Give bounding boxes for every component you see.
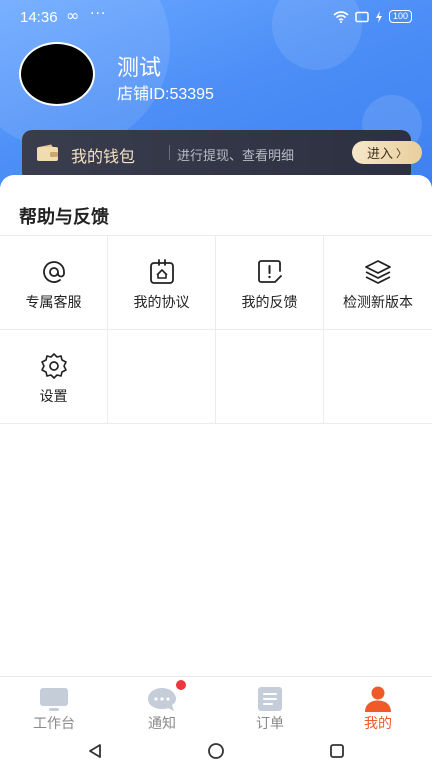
recents-icon[interactable] [328, 742, 346, 760]
grid-item-feedback[interactable]: 我的反馈 [216, 236, 324, 330]
gear-icon [41, 353, 67, 379]
profile-icon [365, 686, 391, 712]
wallet-icon [37, 144, 58, 161]
tab-label: 订单 [256, 716, 284, 732]
help-feedback-panel: 帮助与反馈 专属客服 我的协议 我的反馈 检测新版本 设置 [0, 175, 432, 675]
home-icon[interactable] [207, 742, 225, 760]
order-icon [258, 687, 282, 711]
tab-notifications[interactable]: 通知 [108, 677, 216, 734]
grid-item-label: 设置 [39, 389, 68, 405]
agreement-icon [150, 259, 174, 284]
grid-item-label: 专属客服 [25, 295, 82, 311]
status-bar: 14:36 ∞ ··· 100 [0, 0, 432, 36]
grid-item-check-version[interactable]: 检测新版本 [324, 236, 432, 330]
grid-item-agreement[interactable]: 我的协议 [108, 236, 216, 330]
tab-orders[interactable]: 订单 [216, 677, 324, 734]
grid-item-label: 我的反馈 [241, 295, 298, 311]
section-title: 帮助与反馈 [19, 207, 109, 228]
layers-icon [365, 260, 391, 284]
infinity-icon: ∞ [66, 6, 80, 25]
status-time: 14:36 [20, 9, 58, 26]
charging-icon [375, 10, 382, 23]
grid-empty-cell [324, 330, 432, 424]
status-indicators: 100 [333, 10, 412, 23]
notification-badge [175, 679, 187, 691]
store-id: 店铺ID:53395 [117, 86, 214, 103]
chevron-right-icon: 〉 [396, 146, 407, 160]
wallet-title: 我的钱包 [71, 147, 136, 166]
back-icon[interactable] [86, 742, 104, 760]
avatar[interactable] [19, 42, 95, 106]
help-grid: 专属客服 我的协议 我的反馈 检测新版本 设置 [0, 235, 432, 424]
feedback-icon [258, 260, 282, 283]
tab-label: 工作台 [33, 716, 75, 732]
tab-label: 通知 [148, 716, 176, 732]
workbench-icon [40, 688, 68, 711]
tab-workbench[interactable]: 工作台 [0, 677, 108, 734]
more-notifications-icon: ··· [90, 6, 107, 22]
tab-label: 我的 [364, 716, 392, 732]
wallet-enter-label: 进入 [366, 147, 393, 162]
grid-item-customer-service[interactable]: 专属客服 [0, 236, 108, 330]
wallet-divider [169, 145, 170, 160]
grid-item-label: 我的协议 [133, 295, 190, 311]
screen-icon [355, 11, 369, 22]
battery-level: 100 [388, 10, 412, 23]
tab-profile[interactable]: 我的 [324, 677, 432, 734]
grid-item-label: 检测新版本 [343, 295, 413, 311]
bottom-tab-bar: 工作台 通知 订单 我的 [0, 676, 432, 734]
system-navigation-bar [0, 734, 432, 768]
notification-icon [148, 688, 176, 711]
wallet-enter-button[interactable]: 进入 〉 [352, 141, 422, 164]
wifi-icon [333, 10, 349, 23]
wallet-subtitle: 进行提现、查看明细 [177, 149, 295, 164]
grid-empty-cell [108, 330, 216, 424]
at-icon [43, 261, 65, 283]
store-name: 测试 [117, 56, 162, 81]
grid-item-settings[interactable]: 设置 [0, 330, 108, 424]
grid-empty-cell [216, 330, 324, 424]
profile-header: 14:36 ∞ ··· 100 测试 店铺ID:53395 我的钱包 进行提现、… [0, 0, 432, 200]
